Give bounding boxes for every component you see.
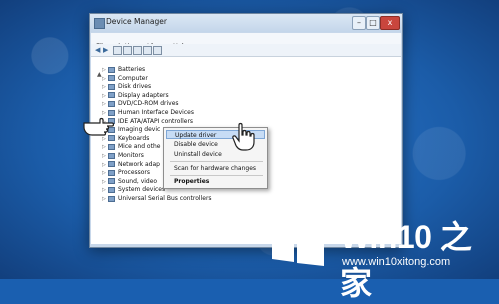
toolbar: ◀ ▶	[91, 44, 401, 57]
back-arrow-icon[interactable]: ◀	[95, 46, 102, 54]
windows-logo-icon	[272, 216, 324, 266]
display-icon	[108, 92, 115, 99]
tree-item-label: Sound, video	[118, 177, 158, 185]
computer-icon	[108, 75, 115, 82]
tree-item[interactable]: ▷ Universal Serial Bus controllers	[102, 195, 212, 203]
window-title: Device Manager	[106, 17, 167, 26]
tree-item-label: Processors	[118, 169, 151, 177]
tree-item-label: Human Interface Devices	[118, 109, 194, 116]
device-manager-icon	[94, 18, 105, 29]
menu-separator	[170, 175, 263, 176]
tree-item[interactable]: ▷ System devices	[102, 186, 165, 194]
tree-item[interactable]: ▷ DVD/CD-ROM drives	[102, 100, 179, 108]
system-icon	[108, 186, 115, 193]
tree-item-label: Network adap	[118, 160, 160, 168]
tree-item[interactable]: ▷ Mice and othe	[102, 143, 160, 151]
tree-item-label: Computer	[118, 74, 148, 82]
scan-hardware-item[interactable]: Scan for hardware changes	[166, 164, 265, 173]
tree-item[interactable]: ▷ Display adapters	[102, 92, 169, 100]
monitor-icon	[108, 152, 115, 159]
usb-icon	[108, 195, 115, 202]
tree-item-label: Imaging devic	[118, 126, 161, 134]
tree-item-label: Monitors	[118, 152, 144, 159]
tree-item[interactable]: ▷ Processors	[102, 169, 150, 177]
sound-icon	[108, 178, 115, 185]
tree-item[interactable]: ▷ Disk drives	[102, 83, 151, 91]
title-bar[interactable]: Device Manager – □ x	[90, 14, 402, 32]
tree-item[interactable]: ▷ Sound, video	[102, 178, 157, 186]
cpu-icon	[108, 169, 115, 176]
minimize-button[interactable]: –	[352, 16, 366, 30]
tree-item-label: IDE ATA/ATAPI controllers	[118, 117, 194, 125]
hand-cursor-icon	[232, 122, 255, 151]
properties-icon[interactable]	[123, 46, 132, 55]
tree-root-expander[interactable]: ▲	[97, 71, 102, 78]
close-button[interactable]: x	[380, 16, 400, 30]
watermark: Win10 之家 www.win10xitong.com	[262, 206, 499, 301]
forward-arrow-icon[interactable]: ▶	[103, 46, 110, 54]
tree-item-label: Mice and othe	[118, 143, 161, 151]
tree-item[interactable]: ▷ Computer	[102, 75, 148, 83]
tree-item-label: Batteries	[118, 66, 146, 73]
pointing-hand-icon	[83, 117, 115, 136]
show-hide-tree-icon[interactable]	[113, 46, 122, 55]
tree-item[interactable]: ▷ Monitors	[102, 152, 144, 160]
view-icon[interactable]	[143, 46, 152, 55]
tree-item-label: System devices	[118, 186, 166, 194]
tree-item-label: Display adapters	[118, 91, 169, 99]
tree-item[interactable]: ▷ Network adap	[102, 161, 160, 169]
menu-separator	[170, 161, 263, 162]
tree-item-label: DVD/CD-ROM drives	[118, 100, 179, 108]
tree-item-label: Disk drives	[118, 83, 152, 91]
tree-item-label: Keyboards	[118, 134, 150, 142]
scan-icon[interactable]	[153, 46, 162, 55]
properties-item[interactable]: Properties	[166, 177, 265, 186]
tree-item-label: Universal Serial Bus controllers	[118, 195, 212, 202]
brand-url: www.win10xitong.com	[342, 256, 451, 268]
mouse-icon	[108, 143, 115, 150]
disk-icon	[108, 83, 115, 90]
help-icon[interactable]	[133, 46, 142, 55]
network-icon	[108, 161, 115, 168]
menu-bar: File Action View Help	[91, 33, 401, 50]
maximize-button[interactable]: □	[366, 16, 380, 30]
battery-icon	[108, 66, 115, 73]
tree-item[interactable]: ▷ Batteries	[102, 66, 145, 74]
dvd-icon	[108, 100, 115, 107]
